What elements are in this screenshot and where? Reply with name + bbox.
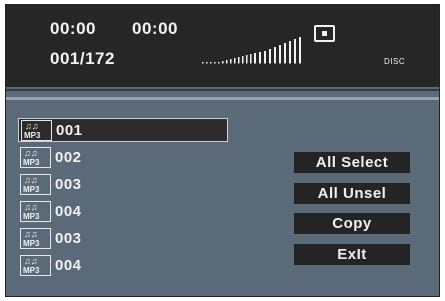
file-name: 001	[56, 122, 83, 139]
all-select-button[interactable]: All Select	[294, 152, 410, 173]
file-name: 004	[55, 257, 82, 274]
file-row[interactable]: ♫♫ MP3 003	[18, 227, 228, 251]
file-row[interactable]: ♫♫ MP3 001	[18, 118, 228, 142]
file-name: 003	[55, 176, 82, 193]
file-row[interactable]: ♫♫ MP3 002	[18, 146, 228, 170]
level-meter-icon	[202, 37, 301, 64]
file-name: 003	[55, 230, 82, 247]
file-name: 002	[55, 149, 82, 166]
mp3-label: MP3	[23, 212, 40, 221]
mp3-file-icon: ♫♫ MP3	[20, 147, 51, 168]
mp3-file-icon: ♫♫ MP3	[20, 228, 51, 249]
music-notes-icon: ♫♫	[24, 229, 38, 239]
stop-square-icon	[314, 25, 335, 42]
track-counter: 001/172	[50, 49, 115, 68]
file-row[interactable]: ♫♫ MP3 003	[18, 173, 228, 197]
file-row[interactable]: ♫♫ MP3 004	[18, 254, 228, 278]
divider	[6, 89, 439, 91]
disc-label: DISC	[384, 57, 406, 66]
mp3-file-icon: ♫♫ MP3	[20, 174, 51, 195]
mp3-label: MP3	[23, 158, 40, 167]
mp3-file-icon: ♫♫ MP3	[20, 255, 51, 276]
mp3-file-icon: ♫♫ MP3	[21, 120, 52, 141]
divider-band	[6, 97, 439, 100]
elapsed-time: 00:00	[50, 19, 96, 38]
file-name: 004	[55, 203, 82, 220]
music-notes-icon: ♫♫	[24, 175, 38, 185]
music-notes-icon: ♫♫	[24, 202, 38, 212]
total-time: 00:00	[132, 19, 178, 38]
music-notes-icon: ♫♫	[24, 148, 38, 158]
copy-button[interactable]: Copy	[294, 213, 410, 234]
player-screen: 00:00 00:00 001/172 DISC ♫♫ MP3 001 ♫♫ M…	[5, 4, 440, 297]
mp3-file-icon: ♫♫ MP3	[20, 201, 51, 222]
mp3-label: MP3	[23, 239, 40, 248]
mp3-label: MP3	[24, 131, 41, 140]
all-unselect-button[interactable]: All Unsel	[294, 183, 410, 204]
file-row[interactable]: ♫♫ MP3 004	[18, 200, 228, 224]
music-notes-icon: ♫♫	[25, 121, 39, 131]
exit-button[interactable]: ExIt	[294, 244, 410, 265]
status-bar: 00:00 00:00 001/172 DISC	[6, 5, 439, 87]
music-notes-icon: ♫♫	[24, 256, 38, 266]
mp3-label: MP3	[23, 185, 40, 194]
mp3-label: MP3	[23, 266, 40, 275]
